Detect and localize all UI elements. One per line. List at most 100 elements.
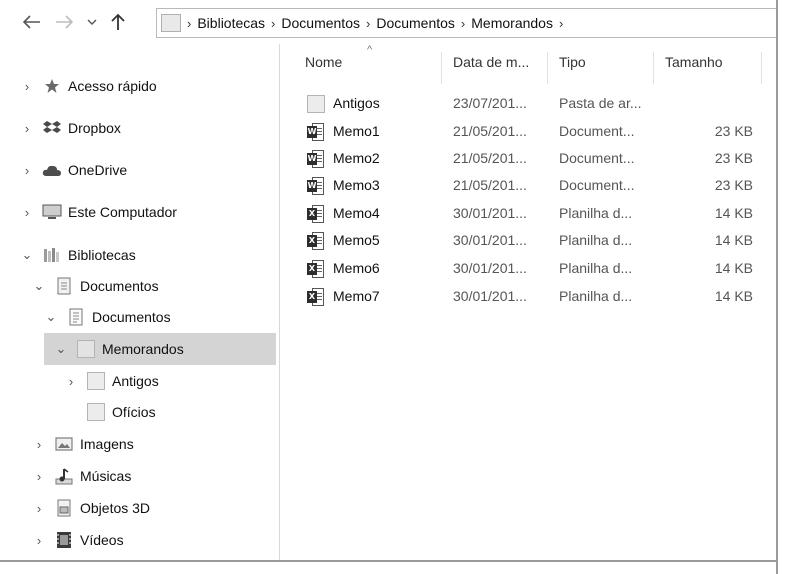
chevron-right-icon[interactable]: › bbox=[32, 437, 46, 452]
documents-icon bbox=[54, 277, 74, 295]
file-name: Memo1 bbox=[333, 123, 380, 139]
excel-spreadsheet-icon: X bbox=[307, 205, 327, 223]
folder-icon bbox=[86, 403, 106, 421]
file-type: Pasta de ar... bbox=[559, 95, 642, 111]
excel-spreadsheet-icon: X bbox=[307, 260, 327, 278]
computer-icon bbox=[42, 203, 62, 221]
sidebar-item-label: Antigos bbox=[112, 373, 159, 389]
breadcrumb-separator: › bbox=[365, 15, 371, 31]
breadcrumb-bibliotecas[interactable]: Bibliotecas bbox=[197, 15, 265, 31]
file-size: 14 KB bbox=[714, 205, 753, 221]
sidebar-item-documentos-sub[interactable]: ⌄ Documentos bbox=[44, 303, 171, 331]
file-size: 14 KB bbox=[714, 288, 753, 304]
dropbox-icon bbox=[42, 119, 62, 137]
back-button[interactable] bbox=[20, 10, 44, 34]
file-name: Memo7 bbox=[333, 288, 380, 304]
column-divider[interactable] bbox=[653, 52, 654, 84]
file-explorer-window: › Bibliotecas › Documentos › Documentos … bbox=[0, 0, 790, 574]
sidebar-item-onedrive[interactable]: › OneDrive bbox=[20, 156, 127, 184]
table-row[interactable]: X Memo4 30/01/201... Planilha d... 14 KB bbox=[305, 201, 765, 227]
column-header-date[interactable]: Data de m... bbox=[453, 54, 529, 78]
chevron-right-icon[interactable]: › bbox=[32, 469, 46, 484]
chevron-down-icon[interactable]: ⌄ bbox=[54, 341, 68, 357]
sidebar-item-antigos[interactable]: › Antigos bbox=[64, 367, 159, 395]
sidebar-item-label: Objetos 3D bbox=[80, 500, 151, 516]
sidebar-item-este-computador[interactable]: › Este Computador bbox=[20, 198, 177, 226]
breadcrumb-documentos-sub[interactable]: Documentos bbox=[376, 15, 455, 31]
table-row[interactable]: X Memo7 30/01/201... Planilha d... 14 KB bbox=[305, 284, 765, 310]
breadcrumb-separator: › bbox=[271, 15, 276, 31]
chevron-right-icon[interactable]: › bbox=[20, 121, 34, 136]
table-row[interactable]: W Memo1 21/05/201... Document... 23 KB bbox=[305, 119, 765, 145]
chevron-right-icon[interactable]: › bbox=[20, 163, 34, 178]
chevron-right-icon[interactable]: › bbox=[64, 374, 78, 389]
excel-spreadsheet-icon: X bbox=[307, 288, 327, 306]
breadcrumb-separator: › bbox=[187, 15, 192, 31]
file-date: 30/01/201... bbox=[453, 260, 527, 276]
sidebar-item-objetos-3d[interactable]: › Objetos 3D bbox=[32, 494, 150, 522]
file-date: 21/05/201... bbox=[453, 123, 527, 139]
file-name: Memo2 bbox=[333, 150, 380, 166]
pictures-icon bbox=[54, 435, 74, 453]
file-type: Document... bbox=[559, 123, 635, 139]
column-header-name[interactable]: Nome bbox=[305, 54, 342, 78]
forward-button[interactable] bbox=[52, 10, 76, 34]
file-date: 23/07/201... bbox=[453, 95, 527, 111]
file-size: 23 KB bbox=[714, 177, 753, 193]
chevron-right-icon[interactable]: › bbox=[20, 79, 34, 94]
sidebar-item-acesso-rapido[interactable]: › Acesso rápido bbox=[20, 72, 157, 100]
chevron-down-icon[interactable]: ⌄ bbox=[32, 278, 46, 294]
breadcrumb-memorandos[interactable]: Memorandos bbox=[471, 15, 553, 31]
chevron-right-icon[interactable]: › bbox=[32, 501, 46, 516]
chevron-down-icon[interactable]: ⌄ bbox=[44, 309, 58, 325]
arrow-left-icon bbox=[22, 15, 40, 29]
library-icon bbox=[42, 246, 62, 264]
table-row[interactable]: W Memo3 21/05/201... Document... 23 KB bbox=[305, 173, 765, 199]
file-name: Memo3 bbox=[333, 177, 380, 193]
table-row[interactable]: Antigos 23/07/201... Pasta de ar... bbox=[305, 91, 765, 117]
navigation-bar: › Bibliotecas › Documentos › Documentos … bbox=[0, 0, 776, 44]
sidebar-item-videos[interactable]: › Vídeos bbox=[32, 526, 124, 554]
sidebar-item-documentos[interactable]: ⌄ Documentos bbox=[32, 272, 159, 300]
up-button[interactable] bbox=[106, 10, 130, 34]
file-type: Planilha d... bbox=[559, 288, 633, 304]
sidebar-item-oficios[interactable]: Ofícios bbox=[64, 398, 156, 426]
file-date: 30/01/201... bbox=[453, 232, 527, 248]
chevron-down-icon[interactable]: ⌄ bbox=[20, 247, 34, 263]
file-type: Document... bbox=[559, 150, 635, 166]
breadcrumb-expand[interactable]: › bbox=[559, 16, 563, 31]
table-row[interactable]: W Memo2 21/05/201... Document... 23 KB bbox=[305, 146, 765, 172]
sidebar-item-imagens[interactable]: › Imagens bbox=[32, 430, 134, 458]
sidebar-item-dropbox[interactable]: › Dropbox bbox=[20, 114, 121, 142]
table-row[interactable]: X Memo5 30/01/201... Planilha d... 14 KB bbox=[305, 228, 765, 254]
file-date: 30/01/201... bbox=[453, 205, 527, 221]
breadcrumb-separator: › bbox=[460, 15, 466, 31]
file-type: Planilha d... bbox=[559, 205, 633, 221]
address-bar[interactable]: › Bibliotecas › Documentos › Documentos … bbox=[156, 8, 776, 38]
column-divider[interactable] bbox=[547, 52, 548, 84]
column-header-type[interactable]: Tipo bbox=[559, 54, 586, 78]
column-header-size[interactable]: Tamanho bbox=[665, 54, 723, 78]
star-icon bbox=[42, 77, 62, 95]
sidebar-item-bibliotecas[interactable]: ⌄ Bibliotecas bbox=[20, 241, 136, 269]
column-divider[interactable] bbox=[441, 52, 442, 84]
sidebar-item-memorandos[interactable]: ⌄ Memorandos bbox=[54, 335, 184, 363]
chevron-right-icon[interactable]: › bbox=[32, 533, 46, 548]
recent-locations-button[interactable] bbox=[80, 10, 104, 34]
chevron-down-icon bbox=[87, 19, 97, 25]
column-divider[interactable] bbox=[761, 52, 762, 84]
file-name: Memo6 bbox=[333, 260, 380, 276]
folder-icon bbox=[161, 14, 181, 32]
breadcrumb-documentos[interactable]: Documentos bbox=[281, 15, 360, 31]
chevron-right-icon[interactable]: › bbox=[20, 205, 34, 220]
sidebar-item-label: Imagens bbox=[80, 436, 134, 452]
sidebar-item-musicas[interactable]: › Músicas bbox=[32, 462, 131, 490]
file-date: 21/05/201... bbox=[453, 177, 527, 193]
sidebar-item-label: Documentos bbox=[92, 309, 171, 325]
file-size: 23 KB bbox=[714, 150, 753, 166]
document-folder-icon bbox=[66, 308, 86, 326]
word-document-icon: W bbox=[307, 150, 327, 168]
folder-icon bbox=[86, 372, 106, 390]
table-row[interactable]: X Memo6 30/01/201... Planilha d... 14 KB bbox=[305, 256, 765, 282]
file-type: Planilha d... bbox=[559, 260, 633, 276]
